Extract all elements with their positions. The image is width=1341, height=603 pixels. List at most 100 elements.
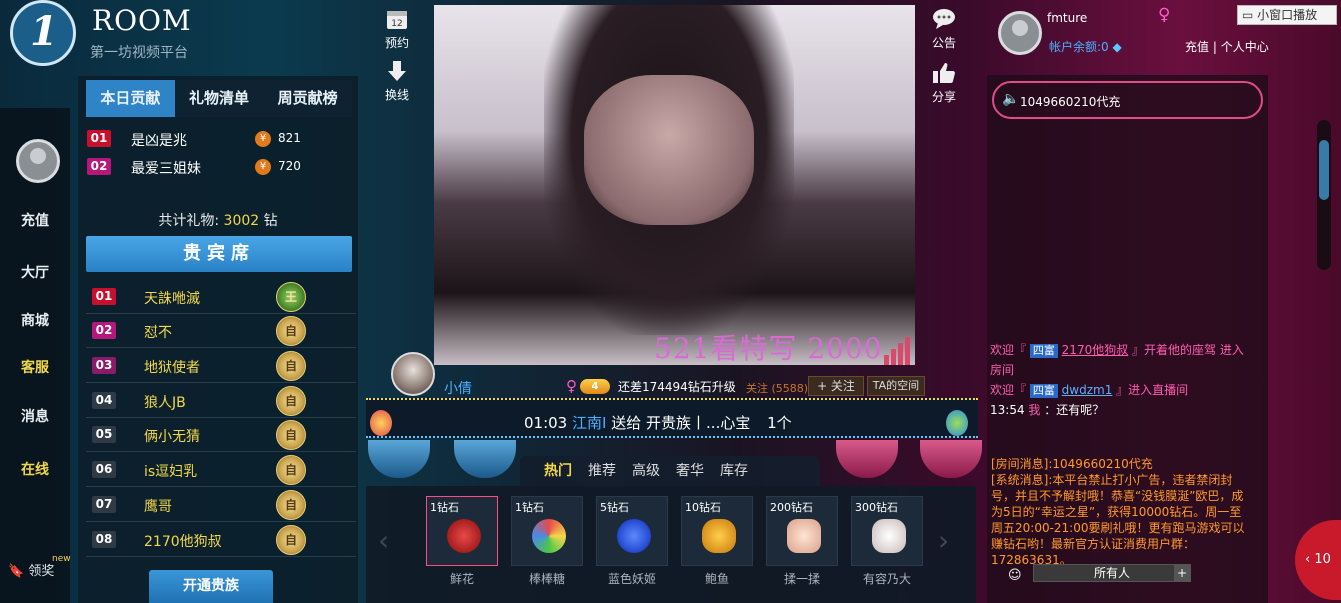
chat-user[interactable]: 2170他狗叔 xyxy=(1062,343,1129,357)
gift-item[interactable]: 200钻石 xyxy=(766,496,838,566)
window-icon: ▭ xyxy=(1242,8,1254,22)
reserve-button[interactable]: 12 预约 xyxy=(377,8,417,51)
right-scrollbar[interactable] xyxy=(1317,120,1331,270)
emoji-icon[interactable]: ☺ xyxy=(1008,568,1022,583)
vip-row[interactable]: 08 2170他狗叔 自 xyxy=(86,523,356,557)
rank-row[interactable]: 02 最爱三姐妹 ¥ 720 xyxy=(86,154,350,180)
logo-mark: 1 xyxy=(30,8,58,55)
gift-price: 1钻石 xyxy=(515,501,544,514)
speaker-announcement: 🔈 1049660210代充 xyxy=(992,81,1263,119)
room-message: [房间消息]:1049660210代充 xyxy=(991,457,1153,471)
balance-text: 帐户余额:0 xyxy=(1049,40,1109,54)
balloon-icon xyxy=(946,410,968,436)
rose-icon xyxy=(447,519,481,553)
seat-icon[interactable] xyxy=(920,440,982,478)
live-video[interactable]: 521看特写 2000 xyxy=(434,5,915,365)
rank-user-name: 是凶是兆 xyxy=(131,133,187,149)
gift-broadcast-bar: 01:03 江南I 送给 开贵族丨...心宝 1个 xyxy=(366,398,978,438)
chat-log: 欢迎『 四富 2170他狗叔 』开着他的座驾 进入房间 欢迎『 四富 dwdzm… xyxy=(990,340,1250,448)
gift-item[interactable]: 1钻石 xyxy=(511,496,583,566)
open-nobility-button[interactable]: 开通贵族 xyxy=(149,570,273,603)
switch-line-label: 换线 xyxy=(384,88,409,102)
chat-line: 13:54 我 ：还有呢？ xyxy=(990,400,1250,420)
tab-daily-contribution[interactable]: 本日贡献 xyxy=(86,80,175,117)
nav-mall[interactable]: 商城 xyxy=(0,310,70,330)
vip-row[interactable]: 01 天誅咃滅 王 xyxy=(86,280,356,314)
switch-line-button[interactable]: 换线 xyxy=(377,60,417,103)
video-frame-skin xyxy=(584,75,754,225)
reward-label: 领奖 xyxy=(28,564,55,579)
vip-row[interactable]: 06 is逗妇乳 自 xyxy=(86,453,356,487)
coin-icon: ¥ xyxy=(255,159,271,175)
signal-bars-icon xyxy=(884,337,914,365)
nav-service[interactable]: 客服 xyxy=(0,357,70,377)
vip-row[interactable]: 07 鹰哥 自 xyxy=(86,488,356,522)
personal-center-link[interactable]: 个人中心 xyxy=(1221,40,1269,54)
reward-button[interactable]: 🔖 领奖 new xyxy=(8,554,71,579)
gift-name: 揉一揉 xyxy=(783,572,820,586)
scrollbar-thumb[interactable] xyxy=(1319,140,1329,200)
side-collapse-tab[interactable]: ‹ 10 xyxy=(1295,520,1341,600)
seat-icon[interactable] xyxy=(836,440,898,478)
account-links: 充值 | 个人中心 xyxy=(1185,38,1269,55)
gift-price: 200钻石 xyxy=(770,501,813,514)
left-nav: 充值 大厅 商城 客服 消息 在线 xyxy=(0,108,70,603)
user-avatar-icon[interactable] xyxy=(16,139,60,183)
vip-row[interactable]: 05 俩小无猜 自 xyxy=(86,418,356,452)
chat-line: 欢迎『 四富 dwdzm1 』进入直播间 xyxy=(990,380,1250,400)
plus-icon[interactable]: + xyxy=(1174,564,1190,582)
my-avatar[interactable] xyxy=(998,11,1042,55)
chat-suffix: 』开着他的座驾 xyxy=(1132,343,1217,357)
bookmark-icon: 🔖 xyxy=(8,564,25,579)
nav-messages[interactable]: 消息 xyxy=(0,406,70,426)
chevron-left-icon[interactable]: ‹ xyxy=(378,524,389,557)
new-badge: new xyxy=(52,554,71,564)
gift-total: 共计礼物: 3002 钻 xyxy=(78,210,358,230)
seat-icon[interactable] xyxy=(454,440,516,478)
arrow-down-icon xyxy=(388,61,406,81)
seat-icon[interactable] xyxy=(368,440,430,478)
chevron-right-icon[interactable]: › xyxy=(938,524,949,557)
gift-item[interactable]: 1钻石 xyxy=(426,496,498,566)
nav-online[interactable]: 在线 xyxy=(0,459,70,479)
recharge-link[interactable]: 充值 xyxy=(1185,40,1209,54)
chat-user[interactable]: dwdzm1 xyxy=(1062,383,1113,397)
gift-item[interactable]: 300钻石 xyxy=(851,496,923,566)
tab-luxury[interactable]: 奢华 xyxy=(668,456,712,486)
notice-button[interactable]: 公告 xyxy=(924,8,964,51)
anchor-avatar[interactable] xyxy=(391,352,435,396)
gift-item[interactable]: 10钻石 xyxy=(681,496,753,566)
chat-target-select[interactable]: 所有人 xyxy=(1033,564,1191,582)
tab-weekly-contribution[interactable]: 周贡献榜 xyxy=(263,80,352,117)
tab-advanced[interactable]: 高级 xyxy=(624,456,668,486)
diamond-icon: ◆ xyxy=(1112,40,1122,54)
share-button[interactable]: 分享 xyxy=(924,62,964,105)
mini-window-button[interactable]: ▭ 小窗口播放 xyxy=(1237,5,1337,25)
rank-row[interactable]: 01 是凶是兆 ¥ 821 xyxy=(86,126,350,152)
anchor-space-button[interactable]: TA的空间 xyxy=(867,376,925,396)
tab-gift-list[interactable]: 礼物清单 xyxy=(175,80,264,117)
vip-row[interactable]: 02 怼不 自 xyxy=(86,314,356,348)
nav-recharge[interactable]: 充值 xyxy=(0,210,70,230)
anchor-name[interactable]: 小倩 xyxy=(444,378,472,398)
account-balance: 帐户余额:0 ◆ xyxy=(1049,38,1122,55)
vip-row[interactable]: 03 地狱使者 自 xyxy=(86,349,356,383)
link-divider: | xyxy=(1212,40,1217,54)
tab-hot[interactable]: 热门 xyxy=(536,456,580,486)
tab-recommended[interactable]: 推荐 xyxy=(580,456,624,486)
chat-prefix: 欢迎『 xyxy=(990,343,1027,357)
follow-button[interactable]: + 关注 xyxy=(808,376,864,396)
balloon-icon xyxy=(370,410,392,436)
vip-rank-badge: 06 xyxy=(92,461,116,478)
gift-price: 300钻石 xyxy=(855,501,898,514)
vip-row[interactable]: 04 狼人JB 自 xyxy=(86,384,356,418)
gift-item[interactable]: 5钻石 xyxy=(596,496,668,566)
rank-badge: 01 xyxy=(87,130,111,147)
vip-rank-badge: 07 xyxy=(92,496,116,513)
nav-lobby[interactable]: 大厅 xyxy=(0,262,70,282)
chat-user[interactable]: 我 xyxy=(1028,403,1040,417)
chat-prefix: 欢迎『 xyxy=(990,383,1027,397)
my-username: fmture xyxy=(1047,11,1088,25)
broadcast-time: 01:03 xyxy=(524,414,568,432)
tab-inventory[interactable]: 库存 xyxy=(712,456,756,486)
